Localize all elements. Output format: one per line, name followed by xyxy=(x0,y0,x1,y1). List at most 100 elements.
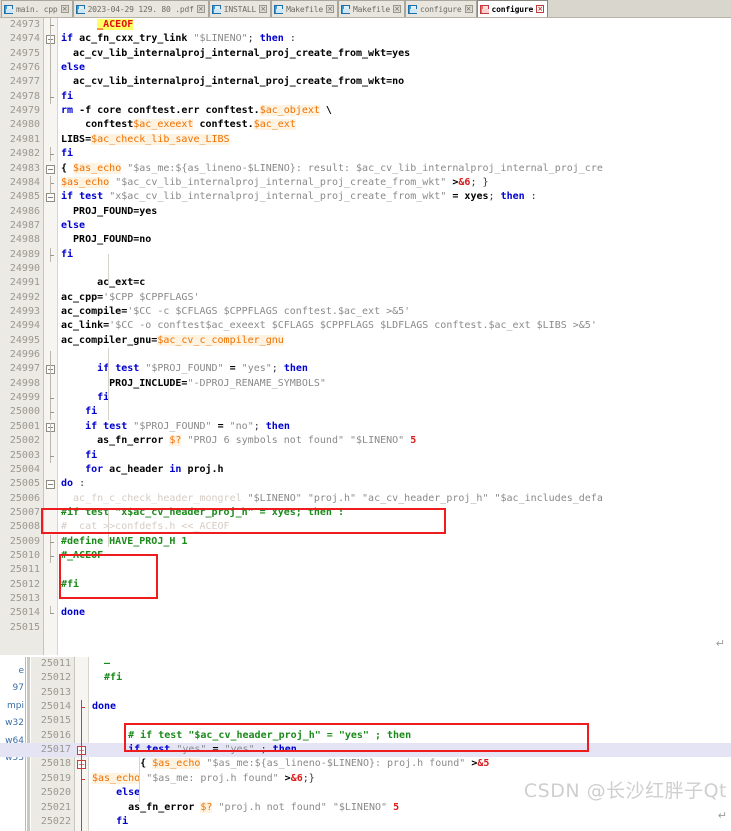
code-line[interactable]: 25011 xyxy=(0,563,731,577)
editor-panel-bottom[interactable]: e 97 mpi w32 w64 w53 25011 —25012 #fi 25013 250… xyxy=(0,657,731,831)
code-line[interactable]: 24999 fi xyxy=(0,391,731,406)
tab-close-icon[interactable]: × xyxy=(60,5,69,13)
code-line[interactable]: 24990 xyxy=(0,262,731,276)
indent-guide xyxy=(108,511,109,547)
token-str: "$as_me:${as_lineno-$LINENO}: proj.h fou… xyxy=(206,758,466,770)
tab-configure[interactable]: configure × xyxy=(404,0,477,17)
code-line[interactable]: 24997− if test "$PROJ_FOUND" = "yes"; th… xyxy=(0,362,731,376)
code-line[interactable]: 24976 else xyxy=(0,61,731,76)
code-line[interactable]: 24981 LIBS=$ac_check_lib_save_LIBS xyxy=(0,133,731,147)
code-line[interactable]: 24978 fi xyxy=(0,89,731,105)
code-line[interactable]: 24992 ac_cpp='$CPP $CPPFLAGS' xyxy=(0,291,731,305)
code-line[interactable]: 25022 fi xyxy=(0,815,731,829)
tab-close-icon[interactable]: × xyxy=(536,5,545,13)
code-line[interactable]: 25005− do : xyxy=(0,477,731,491)
token-pln: ; xyxy=(253,420,266,432)
code-line[interactable]: 25017− if test "yes" = "yes" ; then xyxy=(0,743,731,758)
code-line[interactable]: 25010 #_ACEOF xyxy=(0,548,731,564)
code-line[interactable]: 25015 xyxy=(0,714,731,728)
code-line[interactable]: 25012 #fi xyxy=(0,578,731,592)
token-id: PROJ_FOUND=yes xyxy=(61,205,158,217)
tab-configure[interactable]: configure × xyxy=(476,0,549,17)
tab-install[interactable]: INSTALL × xyxy=(208,0,272,17)
code-line[interactable]: 25014 done xyxy=(0,700,731,714)
token-var: $ac_check_lib_save_LIBS xyxy=(91,133,230,145)
save-disk-icon xyxy=(407,4,417,14)
code-line[interactable]: 25015 xyxy=(0,621,731,635)
code-line[interactable]: 24995 ac_compiler_gnu=$ac_cv_c_compiler_g… xyxy=(0,334,731,348)
code-text: ac_ext=c xyxy=(61,276,145,290)
code-text: fi xyxy=(61,248,73,262)
code-line[interactable]: 25009 #define HAVE_PROJ_H 1 xyxy=(0,534,731,549)
code-line[interactable]: 25011 — xyxy=(0,657,731,671)
code-line[interactable]: 25001− if test "$PROJ_FOUND" = "no"; the… xyxy=(0,420,731,434)
code-line[interactable]: 24991 ac_ext=c xyxy=(0,276,731,290)
code-line[interactable]: 25002 as_fn_error $? "PROJ 6 symbols not… xyxy=(0,434,731,449)
token-id: ac_cv_lib_internalproj_internal_proj_cre… xyxy=(61,47,411,59)
tab-main-cpp[interactable]: main. cpp × xyxy=(1,0,73,17)
token-pln xyxy=(92,816,116,827)
code-line[interactable]: 25014 done xyxy=(0,606,731,620)
fold-collapse-icon[interactable]: − xyxy=(46,480,55,490)
code-line[interactable]: 24982 fi xyxy=(0,147,731,162)
token-kw: if xyxy=(85,420,98,432)
token-kw: test xyxy=(103,420,128,432)
code-line[interactable]: 24980 conftest$ac_exeext conftest.$ac_ex… xyxy=(0,118,731,132)
code-text: fi xyxy=(61,147,73,161)
code-text: else xyxy=(61,219,85,233)
token-kw: if xyxy=(61,191,74,203)
token-pln xyxy=(61,421,85,432)
code-line[interactable]: 24984 $as_echo "$ac_cv_lib_internalproj_i… xyxy=(0,175,731,191)
code-line[interactable]: 24979 rm -f core conftest.err conftest.$a… xyxy=(0,104,731,118)
code-line[interactable]: 24988 PROJ_FOUND=no xyxy=(0,233,731,247)
tab-makefile[interactable]: Makefile × xyxy=(338,0,405,17)
line-number: 25022 xyxy=(40,815,71,827)
tab-bar: main. cpp × 2023-04-29 129. 80 .pdf × INSTAL… xyxy=(0,0,731,18)
code-line[interactable]: 24983−{ $as_echo "$as_me:${as_lineno-$LI… xyxy=(0,162,731,176)
editor-panel-top[interactable]: 24973 _ACEOF24974−if ac_fn_cxx_try_link … xyxy=(0,18,731,655)
token-str: '$CC -o conftest$ac_exeext $CFLAGS $CPPF… xyxy=(109,320,597,332)
code-line[interactable]: 25008 # cat >>confdefs.h <<_ACEOF xyxy=(0,520,731,534)
token-cmt: # if test "$ac_cv_header_proj_h" = "yes"… xyxy=(92,729,412,741)
code-line[interactable]: 24977 ac_cv_lib_internalproj_internal_pr… xyxy=(0,75,731,90)
tab-makefile[interactable]: Makefile × xyxy=(271,0,339,17)
code-line[interactable]: 25018− { $as_echo "$as_me:${as_lineno-$L… xyxy=(0,757,731,771)
code-line[interactable]: 25016 # if test "$ac_cv_header_proj_h" =… xyxy=(0,729,731,743)
line-number: 25014 xyxy=(40,701,71,713)
code-line[interactable]: 24994 ac_link='$CC -o conftest$ac_exeext … xyxy=(0,319,731,333)
tab-close-icon[interactable]: × xyxy=(196,5,205,13)
code-line[interactable]: 25006 ac_fn_c_check_header_mongrel "$LIN… xyxy=(0,492,731,506)
tab-2023-04-29-129-80-pdf[interactable]: 2023-04-29 129. 80 .pdf × xyxy=(72,0,209,17)
code-line[interactable]: 25013 xyxy=(0,686,731,700)
indent-guide xyxy=(108,254,109,284)
code-line[interactable]: 24985− if test "x$ac_cv_lib_internalproj_… xyxy=(0,190,731,204)
code-line[interactable]: 24975 ac_cv_lib_internalproj_internal_pr… xyxy=(0,46,731,62)
line-number: 24995 xyxy=(9,334,40,346)
code-line[interactable]: 25000 fi xyxy=(0,405,731,420)
code-line[interactable]: 24993 ac_compile='$CC -c $CFLAGS $CPPFLAG… xyxy=(0,305,731,319)
code-line[interactable]: 24998 PROJ_INCLUDE="-DPROJ_RENAME_SYMBOL… xyxy=(0,376,731,392)
code-line[interactable]: 24973 _ACEOF xyxy=(0,18,731,33)
code-line[interactable]: 25004 for ac_header in proj.h xyxy=(0,463,731,477)
code-line[interactable]: 25012 #fi xyxy=(0,671,731,685)
code-text: done xyxy=(92,700,116,714)
code-line[interactable]: 24986 PROJ_FOUND=yes xyxy=(0,205,731,219)
code-line[interactable]: 25003 fi xyxy=(0,448,731,463)
tab-close-icon[interactable]: × xyxy=(392,5,401,13)
code-line[interactable]: 24996 xyxy=(0,348,731,362)
tab-close-icon[interactable]: × xyxy=(259,5,268,13)
fold-collapse-icon[interactable]: − xyxy=(46,193,55,203)
code-line[interactable]: 24989 fi xyxy=(0,247,731,262)
code-line[interactable]: 25013 xyxy=(0,592,731,606)
code-line[interactable]: 24974−if ac_fn_cxx_try_link "$LINENO"; t… xyxy=(0,32,731,46)
line-number: 25015 xyxy=(40,715,71,727)
code-line[interactable]: 25007 #if test "x$ac_cv_header_proj_h" = … xyxy=(0,506,731,520)
tab-close-icon[interactable]: × xyxy=(326,5,335,13)
token-str: "$LINENO" xyxy=(193,33,248,45)
fold-collapse-icon[interactable]: − xyxy=(46,164,55,174)
token-op: = xyxy=(206,744,225,756)
code-line[interactable]: 24987 else xyxy=(0,219,731,233)
token-id: proj.h xyxy=(181,463,224,475)
tab-close-icon[interactable]: × xyxy=(464,5,473,13)
line-number: 25016 xyxy=(40,729,71,741)
